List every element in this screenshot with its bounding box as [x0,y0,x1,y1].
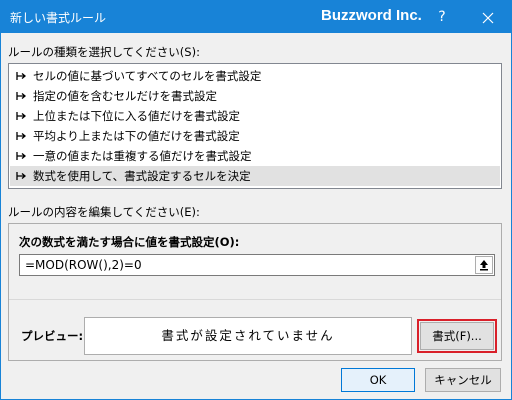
arrow-right-icon [16,92,27,100]
rule-type-item-label: セルの値に基づいてすべてのセルを書式設定 [33,69,262,83]
formula-value: =MOD(ROW(),2)=0 [25,258,142,272]
rule-type-item-label: 一意の値または重複する値だけを書式設定 [33,149,252,163]
rule-type-item-label: 指定の値を含むセルだけを書式設定 [33,89,217,103]
collapse-arrow-icon [480,260,488,271]
new-format-rule-dialog: 新しい書式ルール Buzzword Inc. ? ルールの種類を選択してください… [0,0,512,400]
arrow-right-icon [16,152,27,160]
arrow-right-icon [16,172,27,180]
rule-edit-label: ルールの内容を編集してください(E): [8,205,200,219]
rule-type-item-label: 平均より上または下の値だけを書式設定 [33,129,240,143]
title-bar[interactable]: 新しい書式ルール Buzzword Inc. ? [1,1,511,33]
panel-divider [9,299,501,300]
rule-type-item-1[interactable]: 指定の値を含むセルだけを書式設定 [10,86,500,106]
rule-type-item-4[interactable]: 一意の値または重複する値だけを書式設定 [10,146,500,166]
arrow-right-icon [16,72,27,80]
ok-button[interactable]: OK [341,368,415,392]
rule-type-item-0[interactable]: セルの値に基づいてすべてのセルを書式設定 [10,66,500,86]
rule-type-item-label: 数式を使用して、書式設定するセルを決定 [33,169,251,183]
brand-label: Buzzword Inc. [321,7,422,24]
preview-box: 書式が設定されていません [84,317,412,355]
arrow-right-icon [16,112,27,120]
arrow-right-icon [16,132,27,140]
rule-type-item-3[interactable]: 平均より上または下の値だけを書式設定 [10,126,500,146]
window-title: 新しい書式ルール [10,11,107,25]
formula-input[interactable]: =MOD(ROW(),2)=0 [19,254,495,276]
rule-type-item-label: 上位または下位に入る値だけを書式設定 [33,109,240,123]
rule-type-item-2[interactable]: 上位または下位に入る値だけを書式設定 [10,106,500,126]
format-button[interactable]: 書式(F)... [420,322,494,350]
help-button[interactable]: ? [419,1,465,33]
close-icon [482,12,494,23]
format-button-highlight: 書式(F)... [417,319,497,353]
rule-edit-panel: 次の数式を満たす場合に値を書式設定(O): =MOD(ROW(),2)=0 プレ… [8,223,502,361]
rule-type-item-5[interactable]: 数式を使用して、書式設定するセルを決定 [10,166,500,186]
preview-label: プレビュー: [21,329,84,343]
formula-label: 次の数式を満たす場合に値を書式設定(O): [19,235,240,249]
collapse-dialog-button[interactable] [475,256,493,274]
preview-text: 書式が設定されていません [161,328,335,343]
rule-type-label: ルールの種類を選択してください(S): [8,45,200,59]
close-button[interactable] [465,1,511,33]
rule-type-list[interactable]: セルの値に基づいてすべてのセルを書式設定 指定の値を含むセルだけを書式設定 上位… [8,63,502,189]
cancel-button[interactable]: キャンセル [425,368,501,392]
